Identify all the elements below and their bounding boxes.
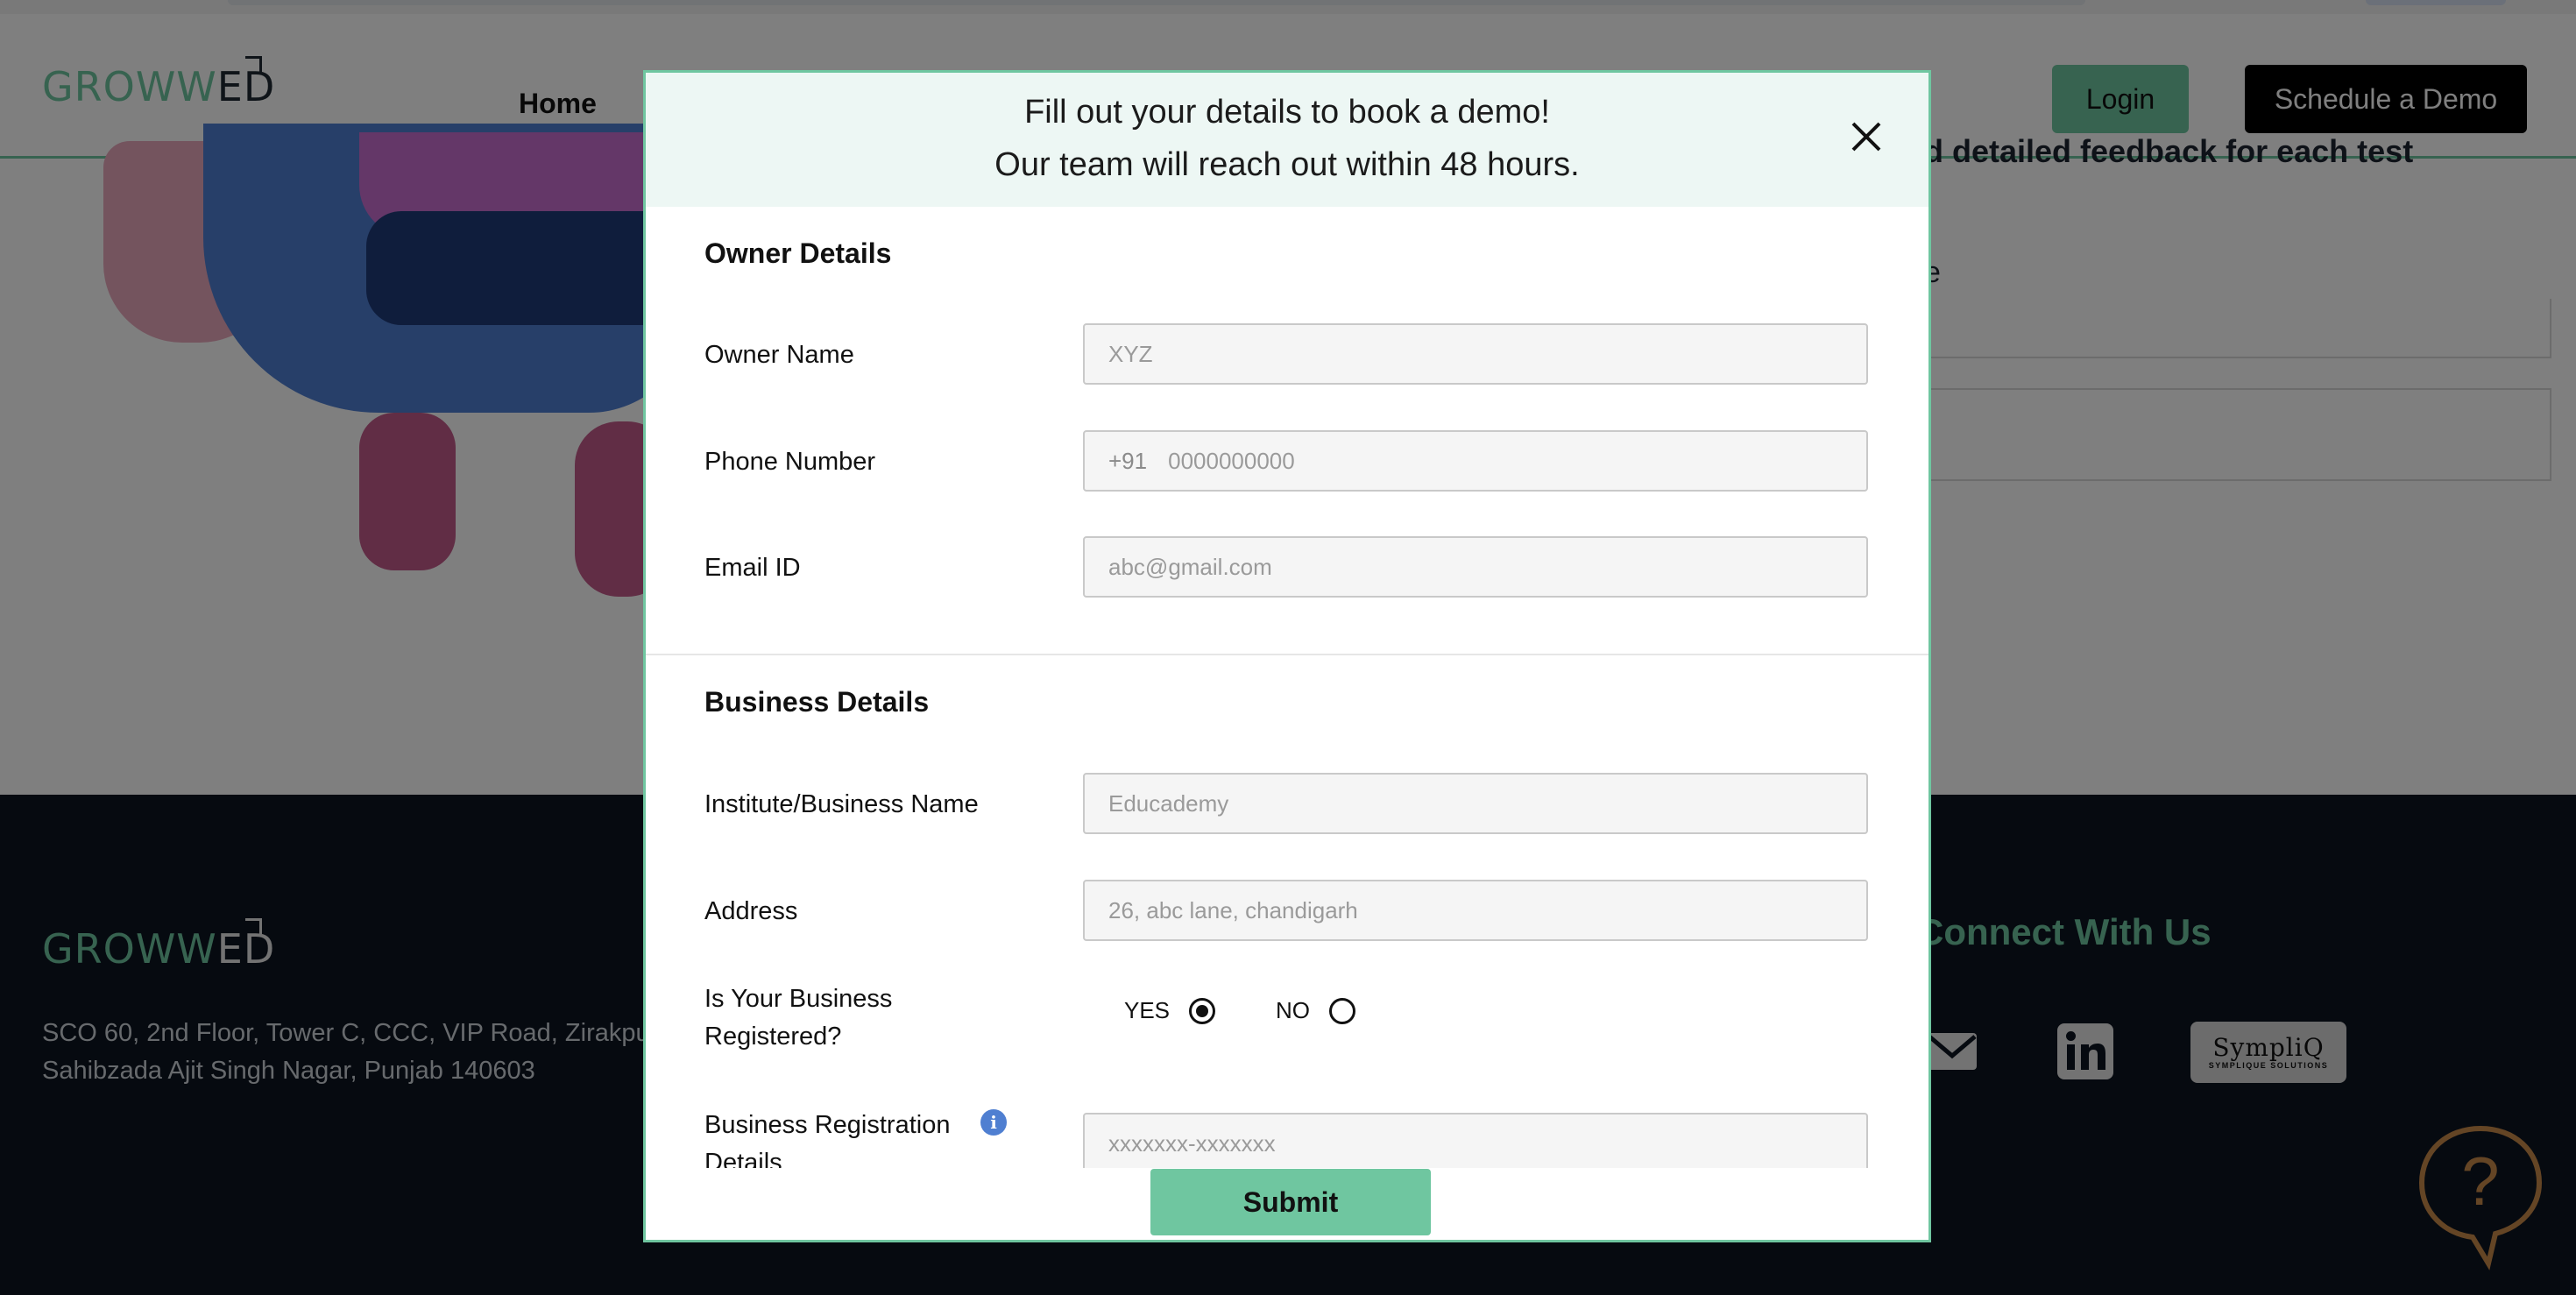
radio-yes-button[interactable]	[1189, 997, 1216, 1024]
email-placeholder: abc@gmail.com	[1108, 553, 1272, 580]
registration-details-line-1: Business Registration	[704, 1111, 951, 1139]
email-input[interactable]: abc@gmail.com	[1083, 536, 1868, 598]
email-label: Email ID	[704, 554, 801, 582]
business-name-input[interactable]: Educademy	[1083, 773, 1868, 834]
address-placeholder: 26, abc lane, chandigarh	[1108, 896, 1358, 923]
radio-no[interactable]: NO	[1276, 997, 1355, 1024]
owner-name-label: Owner Name	[704, 341, 854, 369]
radio-selected-dot	[1196, 1004, 1209, 1017]
business-name-label: Institute/Business Name	[704, 790, 979, 818]
book-demo-modal: Fill out your details to book a demo! Ou…	[643, 70, 1931, 1242]
phone-number-label: Phone Number	[704, 448, 876, 476]
radio-yes[interactable]: YES	[1124, 997, 1216, 1024]
phone-placeholder: 0000000000	[1168, 447, 1295, 474]
owner-name-placeholder: XYZ	[1108, 340, 1153, 367]
modal-header: Fill out your details to book a demo! Ou…	[646, 73, 1928, 207]
address-label: Address	[704, 897, 798, 925]
registration-details-placeholder: xxxxxxx-xxxxxxx	[1108, 1129, 1276, 1157]
registered-label-line-2: Registered?	[704, 1023, 842, 1051]
radio-no-label: NO	[1276, 997, 1310, 1023]
submit-button[interactable]: Submit	[1150, 1169, 1431, 1235]
registration-details-label: Business Registration Details	[704, 1107, 950, 1168]
phone-number-input[interactable]: +91 0000000000	[1083, 430, 1868, 492]
owner-details-title: Owner Details	[704, 237, 892, 269]
registered-label-line-1: Is Your Business	[704, 985, 893, 1013]
page: GROWWED Home Login Schedule a Demo d det…	[0, 0, 2576, 1295]
modal-scroll-area[interactable]: Fill out your details to book a demo! Ou…	[646, 73, 1928, 1168]
radio-no-button[interactable]	[1329, 997, 1355, 1024]
modal-heading-line-1: Fill out your details to book a demo!	[1024, 94, 1550, 131]
owner-name-input[interactable]: XYZ	[1083, 323, 1868, 385]
registration-details-input[interactable]: xxxxxxx-xxxxxxx	[1083, 1113, 1868, 1168]
business-details-title: Business Details	[704, 686, 930, 718]
info-icon[interactable]: i	[980, 1109, 1007, 1136]
radio-yes-label: YES	[1124, 997, 1171, 1023]
business-name-placeholder: Educademy	[1108, 789, 1229, 817]
phone-country-code: +91	[1108, 447, 1148, 474]
modal-heading-line-2: Our team will reach out within 48 hours.	[994, 146, 1580, 183]
section-divider	[646, 654, 1928, 655]
close-icon[interactable]	[1846, 117, 1886, 157]
registered-label: Is Your Business Registered?	[704, 980, 892, 1056]
registration-details-line-2: Details	[704, 1149, 782, 1168]
address-input[interactable]: 26, abc lane, chandigarh	[1083, 880, 1868, 941]
